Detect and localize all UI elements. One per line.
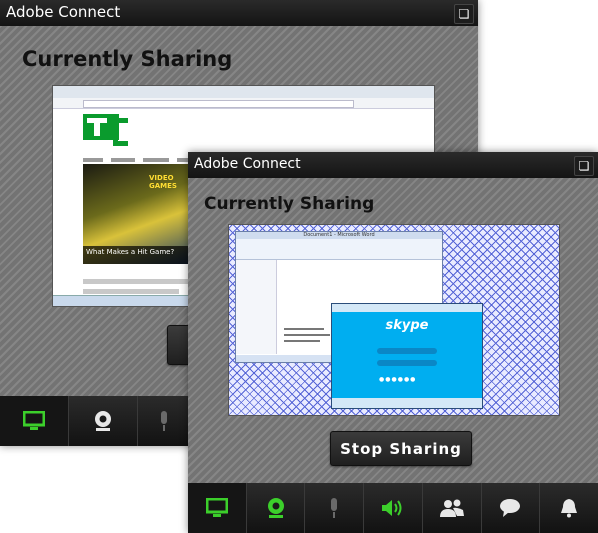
skype-logo: skype [385,318,429,333]
hero-caption-bar: What Makes a Hit Game? [83,246,193,264]
techcrunch-logo-c [113,118,128,146]
shared-screen-preview: Document1 - Microsoft Word skype ●●●●●● [228,224,560,416]
pod-toolbar-back [0,396,190,446]
chat-bubble-icon [500,499,521,517]
notifications-button[interactable] [540,483,598,533]
pin-icon[interactable]: ❏ [454,4,474,24]
pod-toolbar [188,483,598,533]
share-screen-button[interactable] [188,483,247,533]
microphone-button[interactable] [138,396,190,446]
word-title: Document1 - Microsoft Word [236,232,442,239]
window-title: Adobe Connect [6,3,121,21]
skype-password-field [377,360,437,366]
skype-window: skype ●●●●●● [331,303,483,409]
featured-article-image: VIDEO GAMES What Makes a Hit Game? [83,164,193,264]
stop-sharing-button[interactable]: Stop Sharing [330,431,472,466]
speaker-button[interactable] [364,483,423,533]
microphone-button[interactable] [305,483,365,533]
hero-text: VIDEO GAMES [149,174,177,190]
adobe-connect-window-front: Adobe Connect ❏ Currently Sharing Docume… [188,152,598,533]
title-bar[interactable]: Adobe Connect ❏ [188,152,598,178]
microphone-icon [161,411,167,431]
screen-icon [205,498,228,517]
word-navigation-pane [236,260,277,354]
text-line [284,334,330,336]
share-screen-button[interactable] [0,396,69,446]
text-line [284,328,324,330]
skype-username-field [377,348,437,354]
browser-address-bar [53,98,434,109]
people-icon [439,499,464,517]
speaker-icon [382,500,402,516]
currently-sharing-heading: Currently Sharing [204,194,375,214]
bell-icon [561,499,578,518]
attendees-button[interactable] [423,483,482,533]
pin-icon[interactable]: ❏ [574,156,594,176]
webcam-button[interactable] [247,483,306,533]
screen-icon [23,411,45,430]
hero-caption: What Makes a Hit Game? [86,248,175,256]
microphone-icon [331,498,338,518]
currently-sharing-heading: Currently Sharing [22,47,233,71]
webcam-button[interactable] [69,396,138,446]
word-ribbon [236,239,442,260]
skype-title-bar [332,304,482,312]
chat-button[interactable] [482,483,541,533]
skype-footer [332,398,482,408]
window-title: Adobe Connect [194,156,301,172]
webcam-icon [95,411,111,431]
webcam-icon [267,498,284,518]
text-line [284,340,320,342]
title-bar[interactable]: Adobe Connect ❏ [0,0,478,26]
skype-signin-options: ●●●●●● [379,376,417,383]
